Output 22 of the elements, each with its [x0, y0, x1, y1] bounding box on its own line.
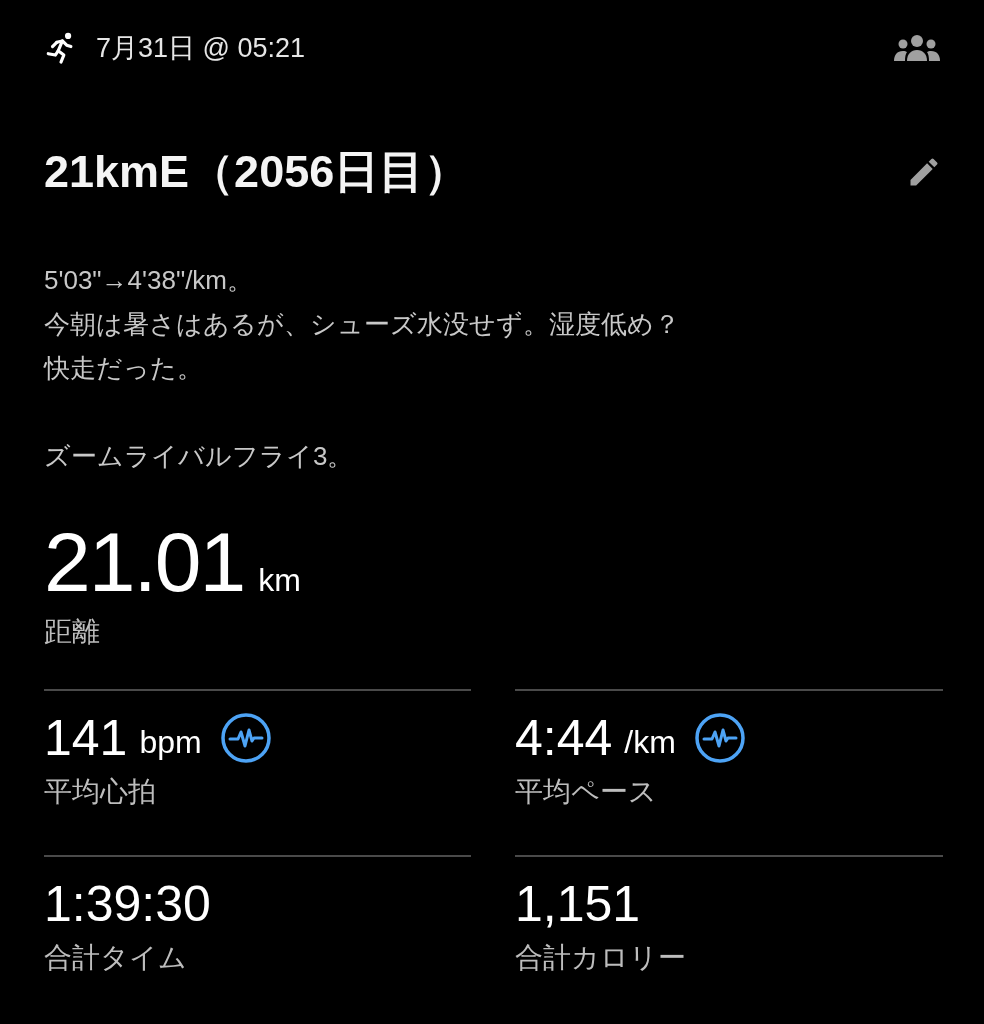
distance-label: 距離 — [44, 615, 101, 649]
group-icon[interactable] — [892, 33, 942, 63]
stat-value: 141 — [44, 709, 128, 767]
heart-rate-graph-icon[interactable] — [219, 712, 272, 764]
stat-label: 合計タイム — [44, 941, 188, 975]
stat-label: 平均ペース — [515, 775, 658, 809]
stat-value: 1,151 — [515, 875, 641, 933]
distance-unit: km — [258, 562, 301, 599]
stat-value: 1:39:30 — [44, 875, 211, 933]
activity-date: 7月31日 @ 05:21 — [96, 32, 307, 65]
activity-title: 21kmE（2056日目） — [44, 145, 470, 199]
description-line: 5'03"→4'38"/km。 — [44, 264, 254, 297]
description-line: 快走だった。 — [44, 352, 203, 385]
stat-unit: /km — [624, 723, 676, 761]
distance-value: 21.01 — [44, 514, 245, 611]
description-line: ズームライバルフライ3。 — [44, 440, 354, 473]
stat-label: 合計カロリー — [515, 941, 687, 975]
heart-rate-graph-icon[interactable] — [693, 712, 746, 764]
description-line: 今朝は暑さはあるが、シューズ水没せず。湿度低め？ — [44, 308, 680, 341]
stat-unit: bpm — [139, 723, 202, 761]
stat-value: 4:44 — [515, 709, 613, 767]
stat-label: 平均心拍 — [44, 775, 157, 809]
